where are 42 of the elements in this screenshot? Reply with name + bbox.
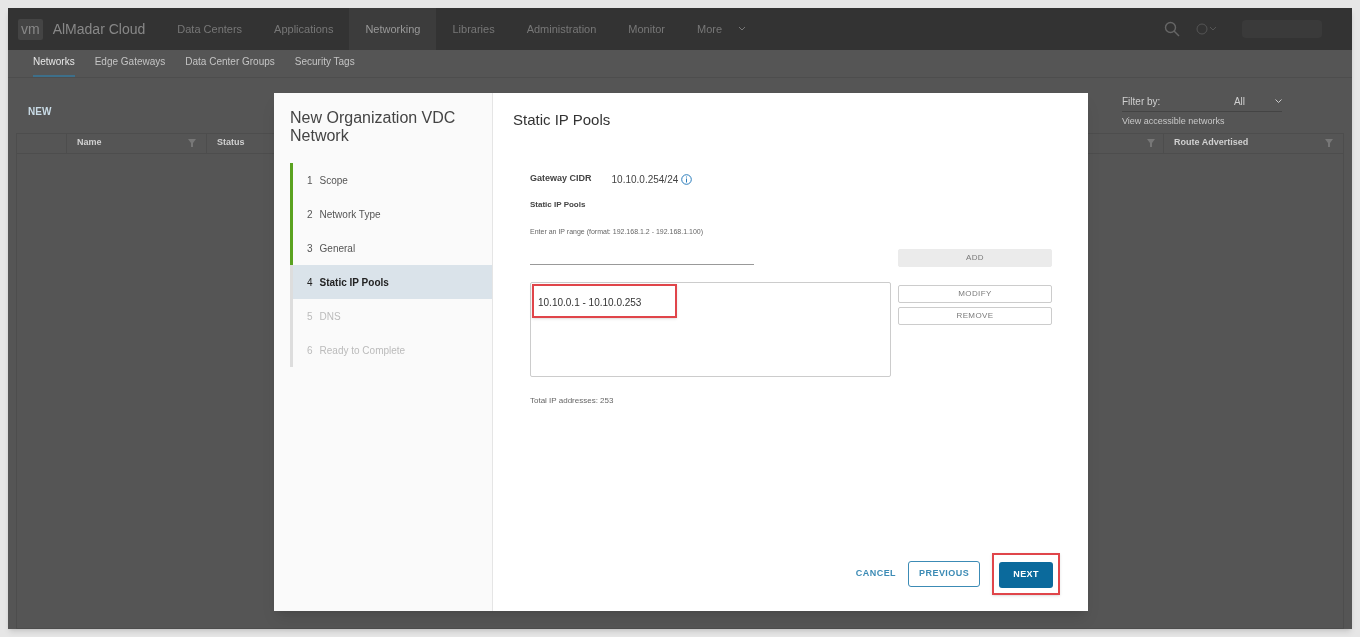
filter-dropdown[interactable]: All: [1233, 94, 1245, 109]
column-header[interactable]: Route Advertised: [1174, 136, 1249, 150]
search-icon[interactable]: [1164, 21, 1180, 37]
nav-tab[interactable]: More: [681, 8, 739, 50]
caret-icon[interactable]: [738, 26, 747, 32]
sub-nav-tab[interactable]: Networks: [33, 54, 75, 77]
help-icon[interactable]: [1196, 23, 1218, 35]
nav-tab[interactable]: Networking: [349, 8, 437, 50]
sub-nav-tab[interactable]: Security Tags: [294, 54, 355, 77]
nav-tab[interactable]: Applications: [258, 8, 350, 50]
wizard-step[interactable]: 2 Network Type: [293, 197, 492, 231]
filter-hint: View accessible networks: [1122, 115, 1226, 128]
wizard-step[interactable]: 3 General: [293, 231, 492, 265]
column-header[interactable]: Status: [217, 136, 245, 150]
sub-nav-tab[interactable]: Edge Gateways: [94, 54, 166, 77]
filter-icon[interactable]: [188, 139, 196, 147]
field-value: 10.10.0.254/24: [611, 172, 679, 187]
nav-tab[interactable]: Administration: [510, 8, 613, 50]
wizard-step[interactable]: 4 Static IP Pools: [293, 265, 492, 299]
logo: vm: [18, 18, 43, 40]
field-label: Gateway CIDR: [530, 172, 592, 186]
column-header[interactable]: Name: [77, 136, 102, 150]
filter-label: Filter by:: [1122, 95, 1161, 109]
field-label: Static IP Pools: [530, 198, 587, 211]
nav-tab[interactable]: Data Centers: [161, 8, 259, 50]
nav-tab[interactable]: Monitor: [612, 8, 682, 50]
wizard-step[interactable]: 1 Scope: [293, 163, 492, 197]
nav-tab[interactable]: Libraries: [436, 8, 511, 50]
brand-name: AlMadar Cloud: [52, 19, 146, 39]
section-heading: Static IP Pools: [513, 110, 612, 130]
info-icon[interactable]: [681, 173, 693, 185]
filter-icon[interactable]: [1147, 139, 1155, 147]
sub-nav-tab[interactable]: Data Center Groups: [185, 54, 275, 77]
caret-icon[interactable]: [1275, 99, 1282, 104]
new-button[interactable]: NEW: [28, 104, 52, 119]
dialog-title: New Organization VDC Network: [289, 109, 457, 145]
filter-icon[interactable]: [1325, 139, 1333, 147]
cancel-button[interactable]: CANCEL: [855, 567, 897, 581]
total-count: Total IP addresses: 253: [530, 395, 615, 407]
next-button[interactable]: NEXT: [999, 562, 1053, 588]
previous-button[interactable]: PREVIOUS: [908, 561, 981, 588]
ip-pool-item[interactable]: 10.10.0.1 - 10.10.0.253: [538, 297, 672, 308]
